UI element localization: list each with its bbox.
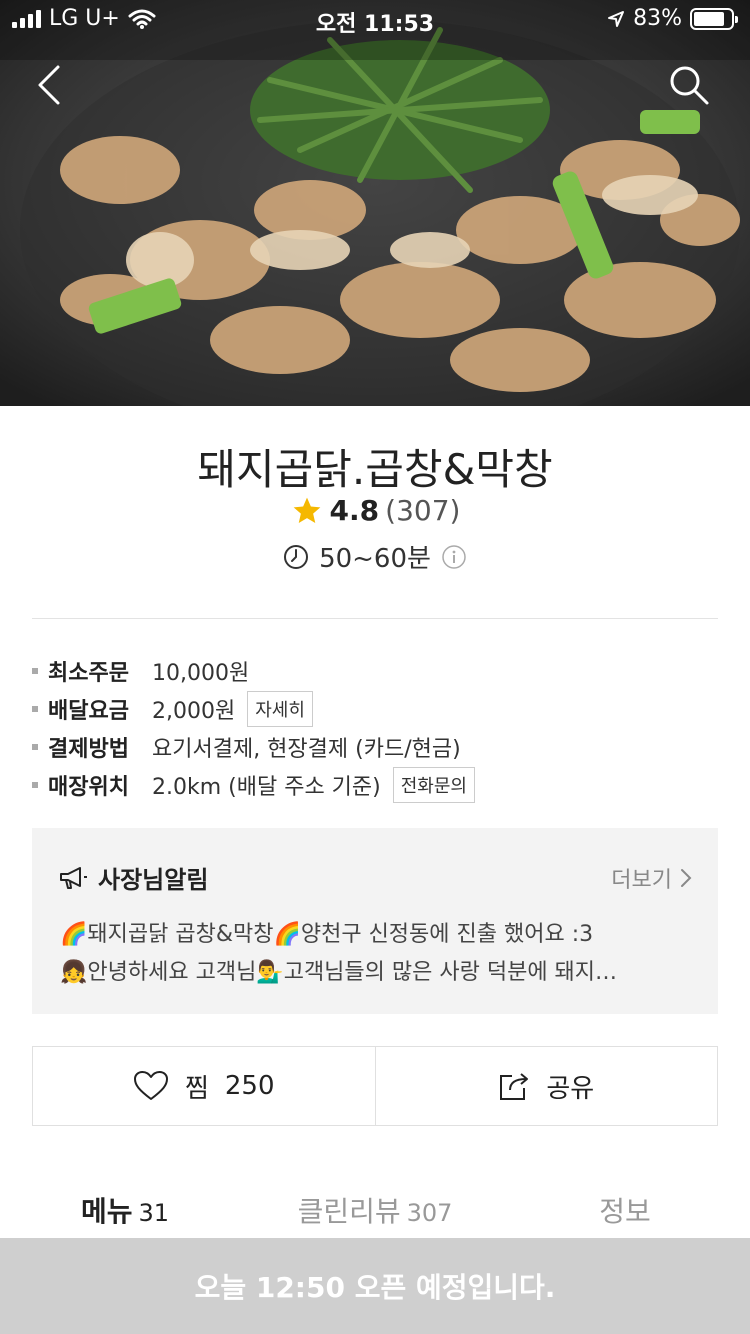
megaphone-icon (60, 866, 87, 889)
bullet (32, 744, 38, 750)
notice-line: 🌈돼지곱닭 곱창&막창🌈양천구 신정동에 진출 했어요 :3 (60, 922, 594, 947)
info-row-location: 매장위치 2.0km (배달 주소 기준) 전화문의 (32, 766, 718, 804)
back-button[interactable] (22, 58, 76, 112)
tab-count: 31 (138, 1199, 170, 1227)
store-actions: 찜 250 공유 (32, 1046, 718, 1126)
heart-icon (133, 1071, 168, 1100)
star-icon (293, 497, 320, 523)
info-label: 결제방법 (48, 737, 129, 762)
notice-line: 👧안녕하세요 고객님💁‍♂️고객님들의 많은 사랑 덕분에 돼지… (60, 960, 618, 985)
rating-score: 4.8 (329, 494, 380, 527)
info-value: 10,000원 (152, 661, 250, 686)
bullet (32, 706, 38, 712)
like-button[interactable]: 찜 250 (33, 1047, 375, 1125)
info-label: 배달요금 (48, 699, 129, 724)
info-icon (442, 544, 466, 569)
status-right: 83% (607, 6, 738, 31)
share-label: 공유 (546, 1073, 595, 1104)
store-tabs: 메뉴 31 클린리뷰 307 정보 (0, 1180, 750, 1240)
like-label: 찜 (184, 1073, 209, 1104)
clock-icon (284, 544, 309, 569)
rating-count: (307) (385, 494, 461, 527)
store-rating: 4.8 (307) (0, 494, 750, 527)
info-row-delivery-fee: 배달요금 2,000원 자세히 (32, 690, 718, 728)
share-button[interactable]: 공유 (374, 1047, 718, 1125)
store-info-list: 최소주문 10,000원 배달요금 2,000원 자세히 결제방법 요기서결제,… (32, 652, 718, 804)
notice-header: 사장님알림 (58, 860, 208, 895)
chevron-right-icon (681, 869, 692, 887)
notice-title: 사장님알림 (98, 866, 209, 894)
tab-count: 307 (406, 1199, 453, 1227)
share-icon (500, 1073, 529, 1100)
battery-icon (690, 7, 738, 30)
search-icon (670, 66, 709, 105)
info-row-payment: 결제방법 요기서결제, 현장결제 (카드/현금) (32, 728, 718, 766)
dish-photo (0, 0, 750, 406)
notice-more-link[interactable]: 더보기 (611, 862, 692, 894)
opening-notice-bar: 오늘 12:50 오픈 예정입니다. (0, 1238, 750, 1334)
eta-value: 50~60분 (319, 544, 431, 574)
phone-inquiry-button[interactable]: 전화문의 (392, 767, 475, 803)
tab-label: 클린리뷰 (297, 1195, 401, 1228)
eta-info-button[interactable] (441, 544, 467, 570)
more-label: 더보기 (611, 868, 672, 893)
info-row-min-order: 최소주문 10,000원 (32, 652, 718, 690)
info-label: 최소주문 (48, 661, 129, 686)
store-hero-image (0, 0, 750, 406)
info-label: 매장위치 (48, 775, 129, 800)
battery-percent: 83% (633, 6, 682, 31)
owner-notice[interactable]: 사장님알림 더보기 🌈돼지곱닭 곱창&막창🌈양천구 신정동에 진출 했어요 :3… (32, 828, 718, 1014)
tab-clean-review[interactable]: 클린리뷰 307 (250, 1180, 500, 1240)
bullet (32, 668, 38, 674)
tab-label: 메뉴 (80, 1195, 133, 1228)
location-arrow-icon (608, 10, 625, 27)
chevron-left-icon (38, 65, 60, 105)
info-value: 2.0km (배달 주소 기준) (152, 775, 381, 800)
status-bar: LG U+ 오전 11:53 83% (0, 0, 750, 40)
store-name: 돼지곱닭.곱창&막창 (197, 445, 553, 494)
bullet (32, 782, 38, 788)
tab-menu[interactable]: 메뉴 31 (0, 1180, 250, 1240)
tab-label: 정보 (599, 1195, 651, 1228)
delivery-time: 50~60분 (0, 538, 750, 575)
search-button[interactable] (662, 58, 716, 112)
info-value: 2,000원 (152, 699, 236, 724)
like-count: 250 (224, 1071, 275, 1101)
section-divider (32, 618, 718, 619)
delivery-fee-detail-button[interactable]: 자세히 (247, 691, 313, 727)
tab-info[interactable]: 정보 (500, 1180, 750, 1240)
info-value: 요기서결제, 현장결제 (카드/현금) (152, 737, 461, 762)
